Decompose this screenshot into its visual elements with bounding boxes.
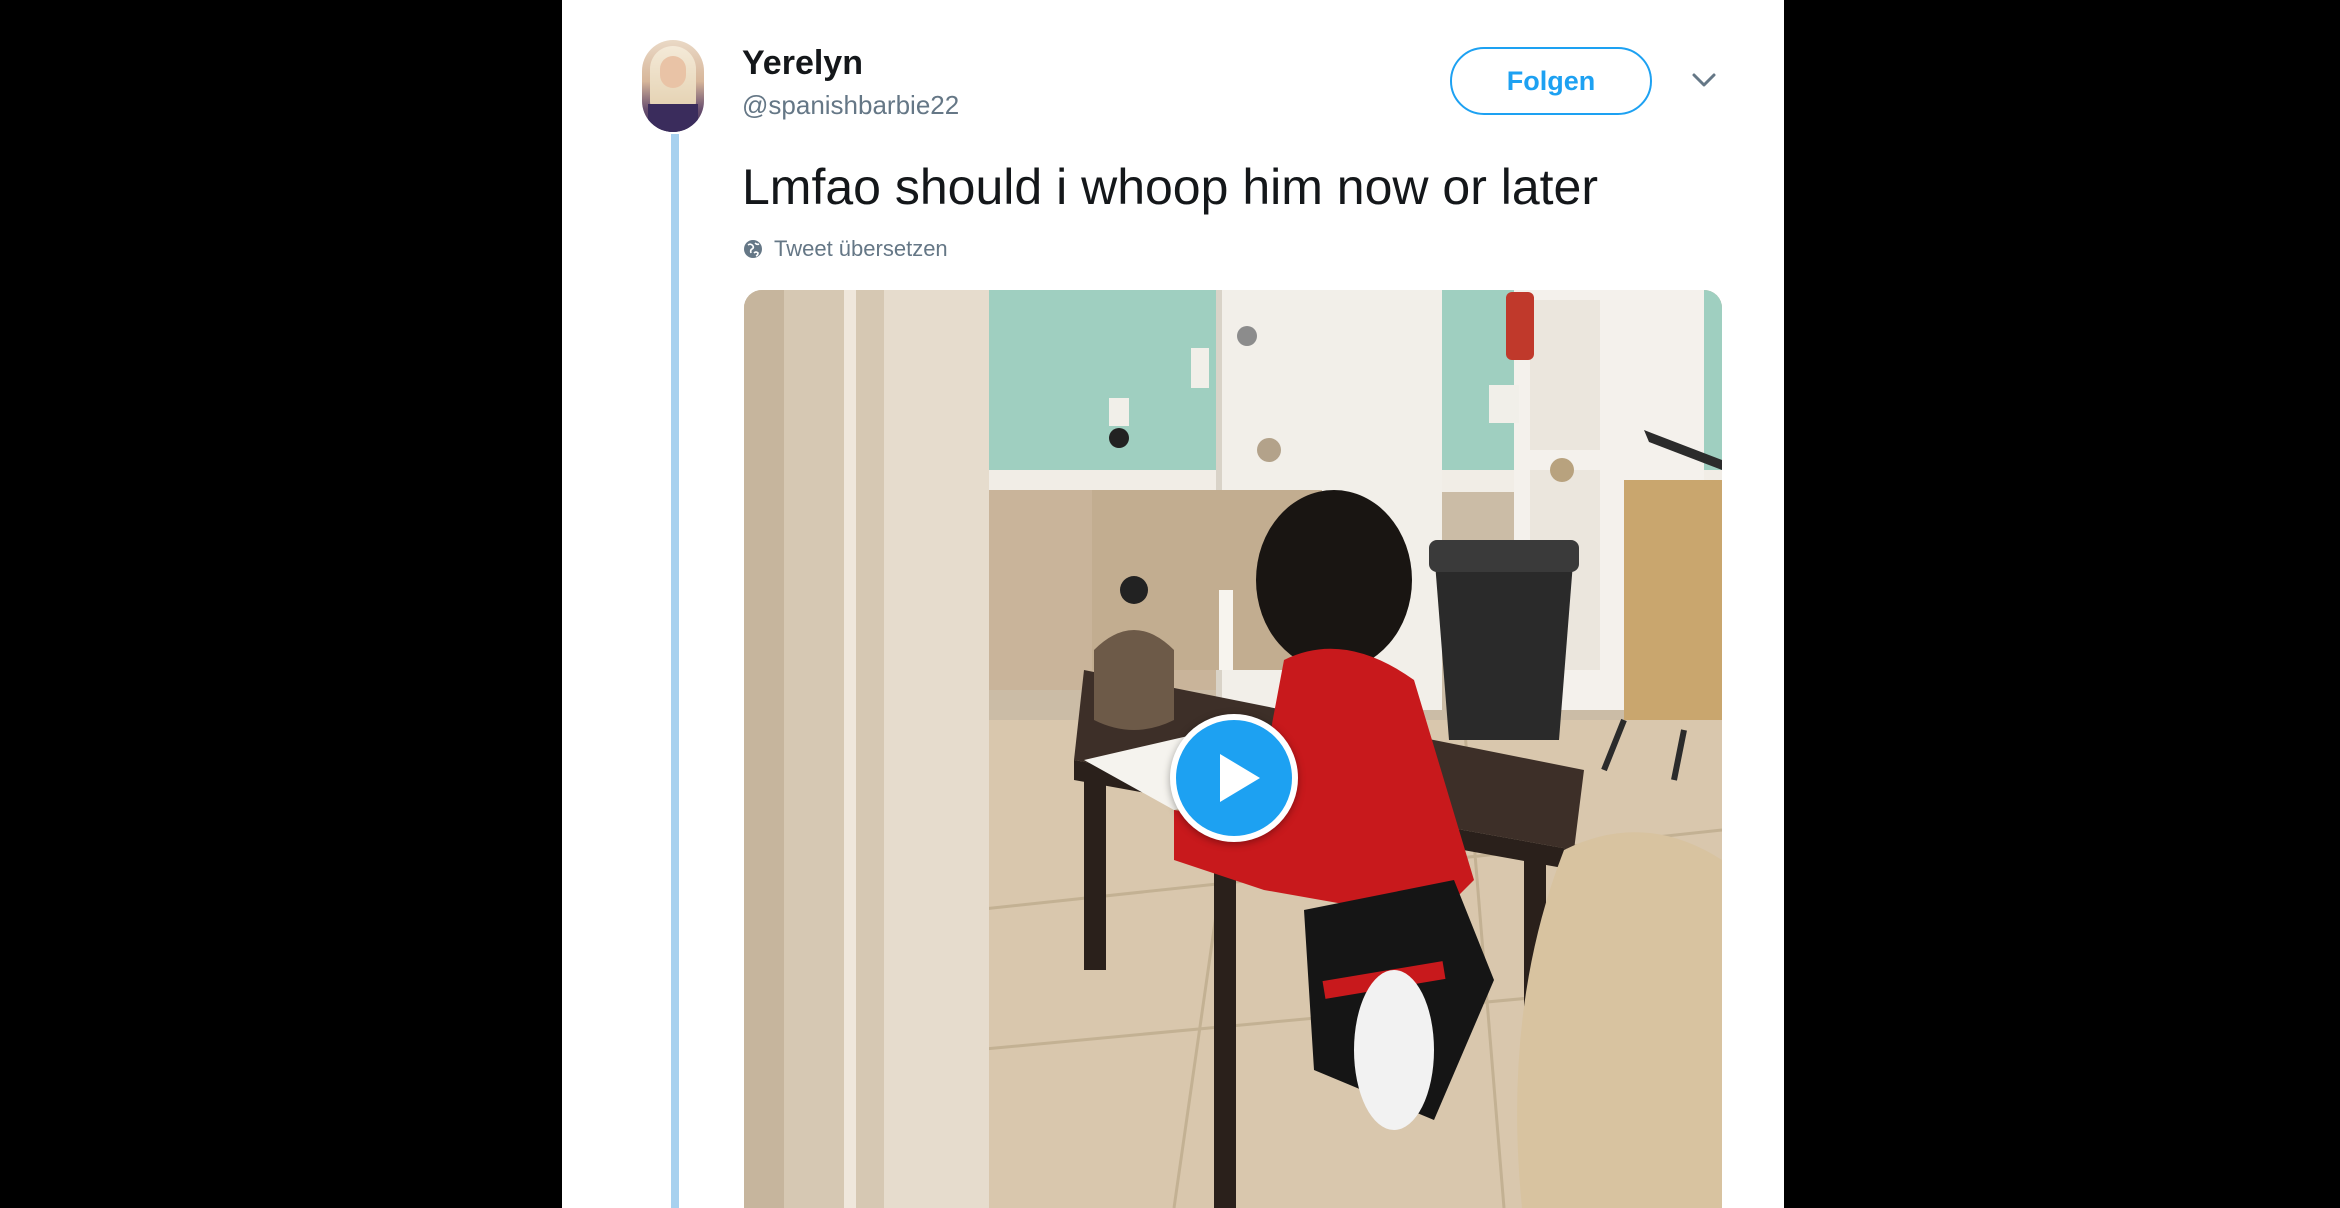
thread-line	[671, 134, 679, 1208]
translate-label: Tweet übersetzen	[774, 236, 948, 261]
tweet-text: Lmfao should i whoop him now or later	[742, 159, 1599, 215]
globe-icon	[744, 240, 762, 258]
translate-tweet-link[interactable]: Tweet übersetzen	[742, 236, 948, 262]
tweet-card: Yerelyn @spanishbarbie22 Folgen Lmfao sh…	[562, 0, 1784, 1208]
author-name[interactable]: Yerelyn	[742, 44, 863, 83]
play-icon	[1220, 754, 1260, 802]
avatar[interactable]	[642, 40, 704, 132]
video-thumbnail[interactable]	[744, 290, 1722, 1208]
chevron-down-icon[interactable]	[1690, 70, 1718, 90]
author-handle[interactable]: @spanishbarbie22	[742, 90, 959, 121]
play-button[interactable]	[1170, 714, 1298, 842]
follow-button[interactable]: Folgen	[1450, 47, 1652, 115]
